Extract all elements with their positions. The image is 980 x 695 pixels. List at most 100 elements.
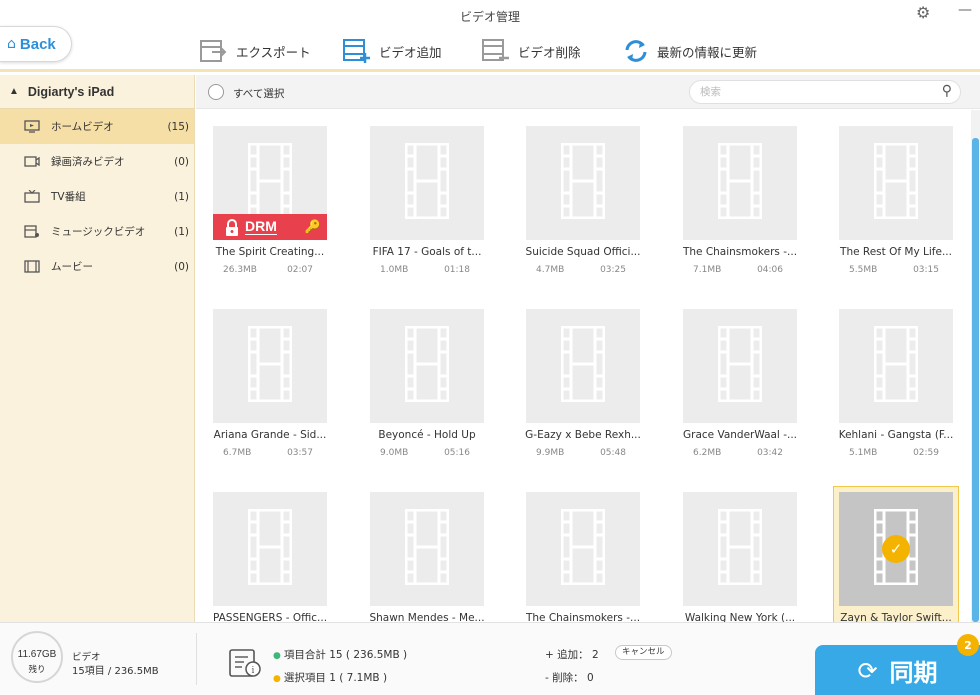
- delete-video-icon: [482, 39, 509, 61]
- storage-ring: 11.67GB 残り: [11, 631, 63, 683]
- video-title: Kehlani - Gangsta (F...: [838, 429, 954, 441]
- film-icon: [560, 508, 606, 589]
- select-all-checkbox[interactable]: [208, 84, 224, 100]
- video-thumbnail[interactable]: [683, 492, 797, 606]
- selected-text: 選択項目 1 ( 7.1MB ): [283, 672, 388, 684]
- tv-icon: [24, 190, 42, 204]
- video-card[interactable]: Ariana Grande - Sid... 6.7MB 03:57: [200, 292, 330, 462]
- video-thumbnail[interactable]: [839, 309, 953, 423]
- refresh-button[interactable]: 最新の情報に更新: [623, 36, 757, 66]
- search-icon[interactable]: ⚲: [942, 83, 952, 99]
- total-dot: ●: [273, 651, 281, 661]
- delete-video-button[interactable]: ビデオ削除: [482, 36, 581, 66]
- film-icon: [560, 142, 606, 223]
- video-card[interactable]: DRM 🔑 The Spirit Creating... 26.3MB 02:07: [200, 109, 330, 279]
- video-card[interactable]: The Chainsmokers -... 7.1MB 04:06: [670, 109, 800, 279]
- sidebar-item-count: (15): [167, 120, 189, 133]
- video-thumbnail[interactable]: [526, 492, 640, 606]
- drm-banner: DRM 🔑: [213, 214, 327, 240]
- video-card[interactable]: The Rest Of My Life... 5.5MB 03:15: [826, 109, 956, 279]
- video-title: Grace VanderWaal -...: [683, 429, 797, 441]
- video-card[interactable]: FIFA 17 - Goals of t... 1.0MB 01:18: [357, 109, 487, 279]
- delete-count: - 削除： 0: [545, 670, 594, 685]
- video-thumbnail[interactable]: [526, 126, 640, 240]
- video-title: The Spirit Creating...: [215, 246, 325, 258]
- video-thumbnail[interactable]: [213, 309, 327, 423]
- video-title: Ariana Grande - Sid...: [213, 429, 327, 441]
- video-thumbnail[interactable]: [370, 309, 484, 423]
- export-button[interactable]: エクスポート: [200, 36, 311, 66]
- video-size: 6.7MB: [223, 448, 252, 458]
- video-card[interactable]: ✓ Zayn & Taylor Swift...: [826, 475, 959, 622]
- scrollbar-thumb[interactable]: [972, 138, 979, 622]
- video-thumbnail[interactable]: DRM 🔑: [213, 126, 327, 240]
- gear-icon[interactable]: ⚙: [916, 3, 930, 22]
- video-size: 6.2MB: [693, 448, 722, 458]
- add-video-label: ビデオ追加: [379, 44, 442, 60]
- video-card[interactable]: Shawn Mendes - Me...: [357, 475, 487, 622]
- sidebar-item-count: (1): [174, 190, 189, 203]
- sidebar-item-count: (0): [174, 260, 189, 273]
- film-icon: [247, 325, 293, 406]
- video-thumbnail[interactable]: [683, 126, 797, 240]
- film-icon: [717, 142, 763, 223]
- minimize-button[interactable]: —: [958, 2, 972, 18]
- sync-button[interactable]: ⟳ 同期: [815, 645, 980, 695]
- sidebar-item-recorded-video[interactable]: 録画済みビデオ (0): [0, 144, 194, 179]
- sync-badge: 2: [957, 634, 979, 656]
- key-icon[interactable]: 🔑: [305, 220, 321, 235]
- video-meta: 5.5MB 03:15: [849, 265, 939, 275]
- video-title: The Chainsmokers -...: [682, 246, 798, 258]
- svg-text:i: i: [252, 666, 255, 676]
- add-count: + 追加： 2: [545, 647, 599, 662]
- video-card[interactable]: The Chainsmokers -...: [513, 475, 643, 622]
- footer: 11.67GB 残り ビデオ 15項目 / 236.5MB i ● 項目合計 15…: [0, 622, 980, 695]
- video-thumbnail[interactable]: [370, 492, 484, 606]
- sidebar-item-home-video[interactable]: ホームビデオ (15): [0, 109, 194, 144]
- sidebar: ▲ Digiarty's iPad ホームビデオ (15) 録画済みビデオ (0…: [0, 75, 195, 622]
- video-size: 4.7MB: [536, 265, 565, 275]
- add-video-button[interactable]: ビデオ追加: [343, 36, 442, 66]
- main-panel: すべて選択 ⚲ DRM 🔑 The Spirit Creating... 26.3MB…: [196, 75, 980, 622]
- video-title: FIFA 17 - Goals of t...: [372, 246, 482, 258]
- film-icon: [247, 142, 293, 223]
- video-size: 5.5MB: [849, 265, 878, 275]
- video-card[interactable]: Suicide Squad Offici... 4.7MB 03:25: [513, 109, 643, 279]
- video-card[interactable]: Walking New York (...: [670, 475, 800, 622]
- video-title: Shawn Mendes - Me...: [369, 612, 485, 622]
- video-duration: 03:25: [600, 265, 626, 275]
- sidebar-item-movie[interactable]: ムービー (0): [0, 249, 194, 284]
- video-thumbnail[interactable]: [370, 126, 484, 240]
- check-icon: ✓: [882, 535, 910, 563]
- selected-dot: ●: [273, 674, 281, 684]
- sidebar-item-count: (1): [174, 225, 189, 238]
- sidebar-item-count: (0): [174, 155, 189, 168]
- cancel-button[interactable]: キャンセル: [615, 645, 672, 660]
- video-duration: 03:57: [287, 448, 313, 458]
- storage-free: 11.67GB: [17, 649, 57, 660]
- video-size: 26.3MB: [223, 265, 257, 275]
- category-info: 15項目 / 236.5MB: [72, 666, 159, 677]
- add-video-icon: [343, 39, 370, 63]
- video-duration: 03:42: [757, 448, 783, 458]
- video-thumbnail[interactable]: [526, 309, 640, 423]
- add-count-text: 追加： 2: [557, 649, 599, 661]
- select-all-label[interactable]: すべて選択: [233, 86, 284, 101]
- search-input[interactable]: [700, 84, 920, 100]
- video-thumbnail[interactable]: [683, 309, 797, 423]
- total-summary: ● 項目合計 15 ( 236.5MB ): [273, 647, 407, 662]
- video-card[interactable]: Beyoncé - Hold Up 9.0MB 05:16: [357, 292, 487, 462]
- video-thumbnail[interactable]: ✓: [839, 492, 953, 606]
- device-header[interactable]: ▲ Digiarty's iPad: [0, 75, 194, 109]
- video-card[interactable]: Kehlani - Gangsta (F... 5.1MB 02:59: [826, 292, 956, 462]
- video-thumbnail[interactable]: [213, 492, 327, 606]
- video-card[interactable]: Grace VanderWaal -... 6.2MB 03:42: [670, 292, 800, 462]
- sidebar-item-music-video[interactable]: ミュージックビデオ (1): [0, 214, 194, 249]
- video-thumbnail[interactable]: [839, 126, 953, 240]
- sidebar-item-label: ミュージックビデオ: [51, 226, 146, 238]
- scrollbar[interactable]: [971, 110, 980, 622]
- category-name: ビデオ: [72, 652, 101, 663]
- sidebar-item-tv[interactable]: TV番組 (1): [0, 179, 194, 214]
- video-card[interactable]: PASSENGERS - Offic...: [200, 475, 330, 622]
- video-card[interactable]: G-Eazy x Bebe Rexh... 9.9MB 05:48: [513, 292, 643, 462]
